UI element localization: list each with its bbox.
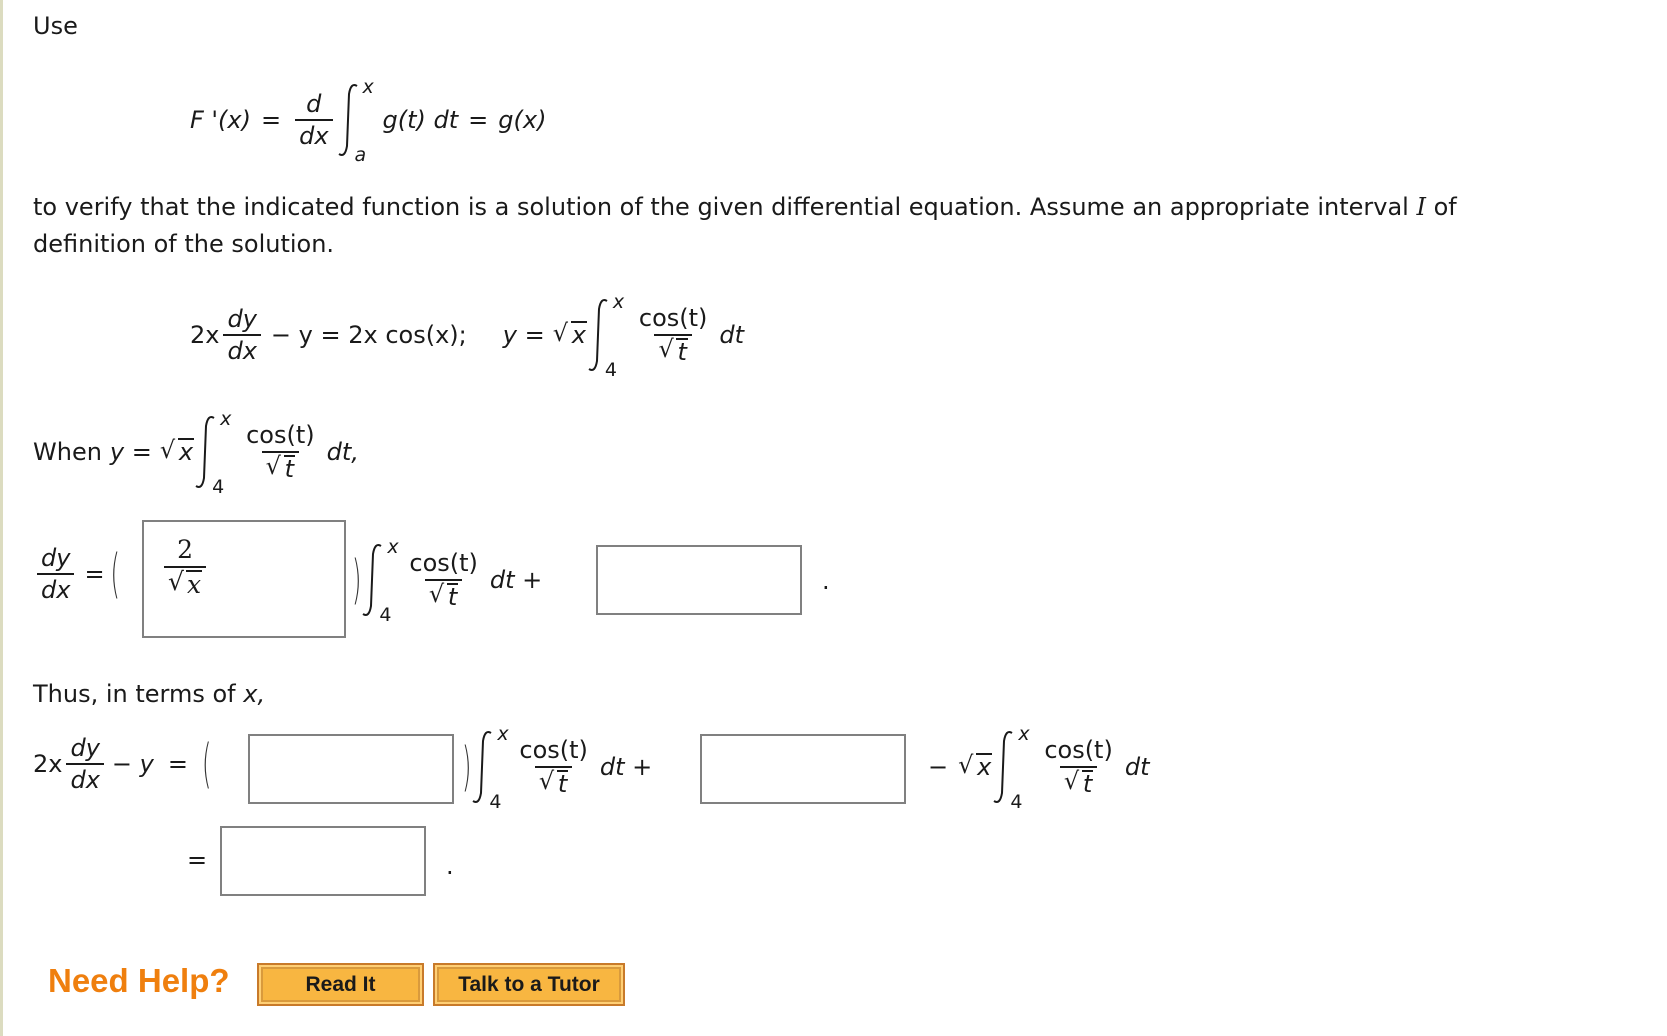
integral-sign: x 4 <box>361 536 399 626</box>
integrand-fraction: cos(t) t <box>1040 737 1117 797</box>
left-paren: ( <box>110 543 120 606</box>
answer-input-1[interactable]: 2 x <box>142 520 346 638</box>
integrand-fraction: cos(t) t <box>242 422 319 482</box>
sqrt-x: x <box>958 751 993 781</box>
thus-lhs: 2x dy dx − y = ( <box>33 733 212 796</box>
integrand-fraction: cos(t) t <box>405 550 482 610</box>
ftc-rhs: g(x) <box>498 106 547 134</box>
answer-1-value: 2 x <box>160 536 210 598</box>
integral-sign: x 4 <box>194 408 231 498</box>
integral-sign: x 4 <box>471 723 509 813</box>
use-label: Use <box>33 12 78 40</box>
ftc-equals: = <box>260 106 282 134</box>
ftc-formula: F '(x) = d dx x a g(t) dt = g(x) <box>190 76 547 166</box>
ftc-integrand: g(t) dt <box>382 106 459 134</box>
thus-rhs: − x x 4 cos(t) t dt <box>928 723 1150 813</box>
ftc-lhs: F '(x) <box>190 106 251 134</box>
integral-sign: x 4 <box>587 291 624 381</box>
sqrt-x: x <box>553 319 587 349</box>
interval-symbol: I <box>1416 193 1426 221</box>
talk-to-tutor-button[interactable]: Talk to a Tutor <box>433 963 625 1006</box>
integral-sign: x a <box>337 76 374 166</box>
instructions-line2: definition of the solution. <box>33 230 335 258</box>
integral-sign: x 4 <box>992 723 1030 813</box>
sqrt-x: x <box>160 436 195 466</box>
right-paren: ) <box>352 549 362 611</box>
answer-input-3[interactable] <box>248 734 454 804</box>
dy-dx-fraction: dy dx <box>223 305 261 365</box>
instructions-line1: to verify that the indicated function is… <box>33 193 1457 221</box>
answer-input-5[interactable] <box>220 826 426 896</box>
read-it-button[interactable]: Read It <box>257 963 424 1006</box>
integrand-fraction: cos(t) t <box>515 737 592 797</box>
answer-input-2[interactable] <box>596 545 802 615</box>
derivative-rhs: ) x 4 cos(t) t dt + <box>352 536 542 626</box>
need-help-label: Need Help? <box>48 962 230 999</box>
answer-input-4[interactable] <box>700 734 906 804</box>
thus-label: Thus, in terms of x, <box>33 680 266 708</box>
derivative-lhs: dy dx = ( <box>33 543 120 606</box>
thus-middle: ) x 4 cos(t) t dt + <box>462 723 652 813</box>
differential-equation: 2x dy dx − y = 2x cos(x); y = x x 4 cos(… <box>190 291 744 381</box>
when-statement: When y = x x 4 cos(t) t dt, <box>33 408 359 498</box>
integrand-fraction: cos(t) t <box>635 305 712 365</box>
ftc-d-dx: d dx <box>295 90 333 150</box>
left-border-rule <box>0 0 3 1036</box>
